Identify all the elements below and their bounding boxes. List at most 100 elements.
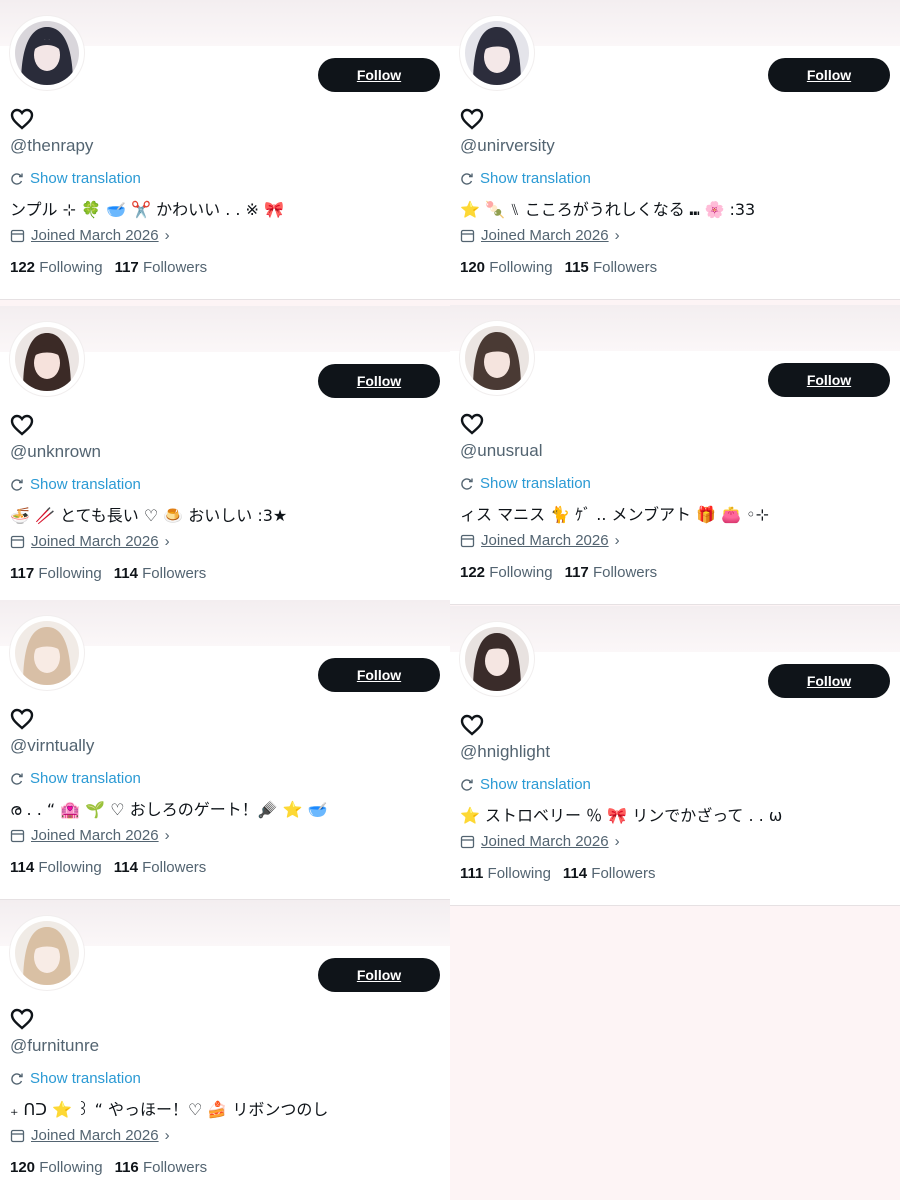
profile-bio: ⭐ 🍡 ⑊ こころがうれしくなる ⑉ 🌸 :33 — [460, 200, 756, 219]
heart-icon — [10, 1008, 34, 1030]
following-stat[interactable]: 122 Following — [10, 259, 103, 276]
joined-label: Joined March 2026 — [31, 227, 159, 244]
follow-stats: 120 Following 116 Followers — [10, 1159, 207, 1176]
followers-stat[interactable]: 114 Followers — [114, 565, 207, 582]
follow-button[interactable]: Follow — [768, 363, 890, 397]
profile-card: Follow @unusrual Show translation ィス マニス… — [450, 305, 900, 605]
follow-button[interactable]: Follow — [768, 58, 890, 92]
follow-stats: 111 Following 114 Followers — [460, 865, 655, 882]
followers-stat[interactable]: 117 Followers — [565, 564, 658, 581]
show-translation-label: Show translation — [480, 170, 591, 187]
following-stat[interactable]: 122 Following — [460, 564, 553, 581]
profile-handle: @virntually — [10, 736, 95, 755]
translate-icon — [461, 172, 473, 185]
follow-button[interactable]: Follow — [768, 664, 890, 698]
heart-icon — [460, 413, 484, 435]
profile-bio: ⭐ ストロベリー ％ 🎀 リンでかざって . . ω — [460, 806, 783, 825]
show-translation-link[interactable]: Show translation — [10, 476, 141, 493]
show-translation-link[interactable]: Show translation — [10, 1070, 141, 1087]
translate-icon — [11, 772, 23, 785]
following-stat[interactable]: 111 Following — [460, 865, 551, 882]
following-stat[interactable]: 117 Following — [10, 565, 102, 582]
following-stat[interactable]: 120 Following — [460, 259, 553, 276]
followers-count: 114 — [562, 865, 588, 882]
joined-date[interactable]: Joined March 2026 › — [10, 827, 170, 844]
calendar-icon — [10, 829, 25, 843]
following-stat[interactable]: 120 Following — [10, 1159, 103, 1176]
following-count: 117 — [10, 565, 35, 582]
followers-label: Followers — [592, 259, 658, 276]
joined-date[interactable]: Joined March 2026 › — [10, 1127, 170, 1144]
following-label: Following — [487, 865, 551, 882]
show-translation-label: Show translation — [30, 770, 141, 787]
avatar[interactable] — [10, 322, 84, 396]
profile-card: Follow @unknrown Show translation 🍜 🥢 とて… — [0, 306, 450, 606]
show-translation-label: Show translation — [30, 476, 141, 493]
show-translation-label: Show translation — [480, 776, 591, 793]
profile-card: Follow @virntually Show translation ര . … — [0, 600, 450, 900]
avatar-photo — [465, 326, 529, 390]
followers-stat[interactable]: 116 Followers — [115, 1159, 208, 1176]
show-translation-link[interactable]: Show translation — [460, 776, 591, 793]
chevron-right-icon: › — [614, 532, 620, 549]
avatar-photo — [465, 21, 529, 85]
translate-icon — [11, 478, 23, 491]
heart-icon — [10, 108, 34, 130]
following-count: 120 — [460, 259, 486, 276]
chevron-right-icon: › — [164, 1127, 170, 1144]
profile-handle: @hnighlight — [460, 742, 551, 761]
following-count: 114 — [10, 859, 35, 876]
followers-stat[interactable]: 117 Followers — [115, 259, 208, 276]
avatar[interactable] — [10, 616, 84, 690]
calendar-icon — [460, 229, 475, 243]
avatar[interactable] — [460, 321, 534, 395]
profile-bio: ര . . “ 🏩 🌱 ♡ おしろのゲート！🪮 ⭐ 🥣 — [10, 800, 328, 819]
joined-date[interactable]: Joined March 2026 › — [10, 227, 170, 244]
avatar-photo — [15, 621, 79, 685]
show-translation-link[interactable]: Show translation — [460, 475, 591, 492]
avatar[interactable] — [10, 16, 84, 90]
joined-date[interactable]: Joined March 2026 › — [460, 833, 620, 850]
follow-stats: 120 Following 115 Followers — [460, 259, 657, 276]
avatar[interactable] — [460, 16, 534, 90]
joined-date[interactable]: Joined March 2026 › — [460, 227, 620, 244]
card-divider — [0, 299, 450, 300]
joined-label: Joined March 2026 — [481, 833, 609, 850]
followers-count: 114 — [113, 565, 138, 582]
show-translation-link[interactable]: Show translation — [10, 170, 141, 187]
follow-button[interactable]: Follow — [318, 958, 440, 992]
follow-button[interactable]: Follow — [318, 658, 440, 692]
avatar-photo — [465, 627, 529, 691]
avatar-photo — [15, 21, 79, 85]
joined-date[interactable]: Joined March 2026 › — [10, 533, 170, 550]
translate-icon — [11, 172, 23, 185]
profile-card: Follow @unirversity Show translation ⭐ 🍡… — [450, 0, 900, 300]
translate-icon — [461, 477, 473, 490]
following-label: Following — [38, 859, 102, 876]
card-divider — [450, 604, 900, 605]
avatar[interactable] — [460, 622, 534, 696]
followers-stat[interactable]: 114 Followers — [563, 865, 656, 882]
avatar[interactable] — [10, 916, 84, 990]
follow-button[interactable]: Follow — [318, 58, 440, 92]
followers-label: Followers — [142, 565, 207, 582]
show-translation-label: Show translation — [30, 170, 141, 187]
profile-bio: ₊ ᑎᑐ ⭐ ꒱ “ やっほー！♡ 🍰 リボンつのし — [10, 1100, 329, 1119]
profile-handle: @unirversity — [460, 136, 555, 155]
joined-date[interactable]: Joined March 2026 › — [460, 532, 620, 549]
calendar-icon — [10, 229, 25, 243]
show-translation-link[interactable]: Show translation — [10, 770, 141, 787]
follow-button[interactable]: Follow — [318, 364, 440, 398]
following-stat[interactable]: 114 Following — [10, 859, 102, 876]
followers-label: Followers — [592, 564, 658, 581]
calendar-icon — [460, 534, 475, 548]
chevron-right-icon: › — [164, 533, 170, 550]
followers-stat[interactable]: 115 Followers — [565, 259, 658, 276]
followers-stat[interactable]: 114 Followers — [114, 859, 207, 876]
followers-count: 117 — [114, 259, 139, 276]
joined-label: Joined March 2026 — [31, 827, 159, 844]
show-translation-link[interactable]: Show translation — [460, 170, 591, 187]
heart-icon — [460, 714, 484, 736]
following-count: 122 — [460, 564, 486, 581]
follow-stats: 117 Following 114 Followers — [10, 565, 206, 582]
